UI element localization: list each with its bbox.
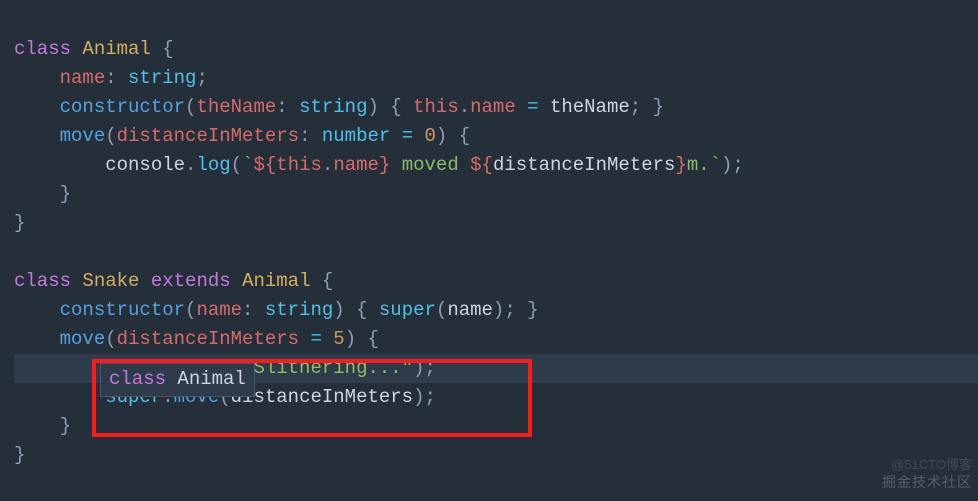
code-line: move(distanceInMeters: number = 0) { — [14, 125, 470, 147]
code-line: console.log(`${this.name} moved ${distan… — [14, 154, 744, 176]
code-line: class Animal { — [14, 38, 174, 60]
code-line: } — [14, 444, 25, 466]
code-editor[interactable]: class Animal { name: string; constructor… — [0, 0, 978, 470]
code-line: constructor(name: string) { super(name);… — [14, 299, 539, 321]
code-line: } — [14, 212, 25, 234]
code-line: class Snake extends Animal { — [14, 270, 333, 292]
hover-tooltip: class Animal — [100, 363, 255, 397]
code-line — [14, 241, 25, 263]
code-line: } — [14, 183, 71, 205]
watermark-text: 掘金技术社区 — [882, 468, 972, 497]
code-line: name: string; — [14, 67, 208, 89]
code-line: } — [14, 415, 71, 437]
code-line: constructor(theName: string) { this.name… — [14, 96, 664, 118]
code-line: move(distanceInMeters = 5) { — [14, 328, 379, 350]
